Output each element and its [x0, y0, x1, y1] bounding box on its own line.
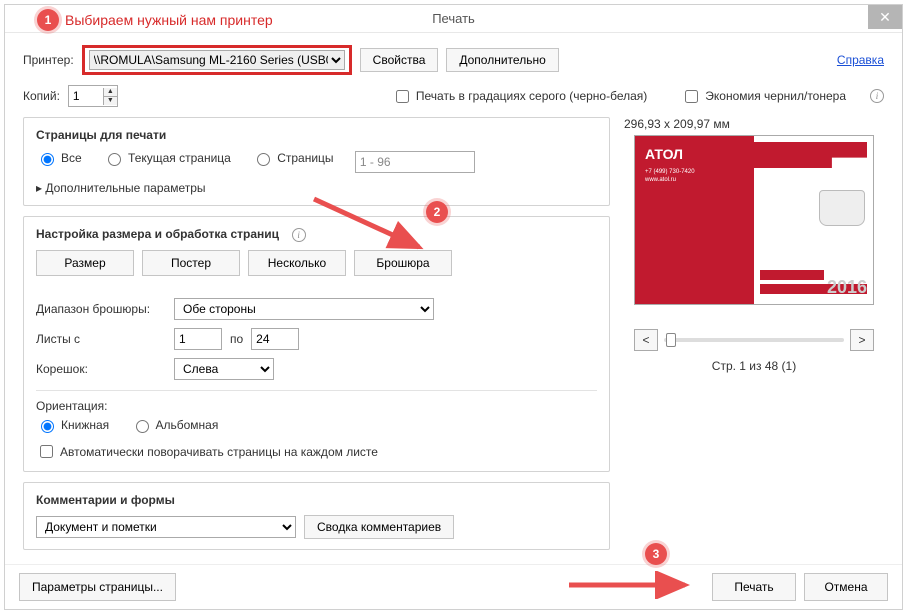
tab-multiple[interactable]: Несколько	[248, 250, 346, 276]
properties-button[interactable]: Свойства	[360, 48, 439, 72]
booklet-range-label: Диапазон брошюры:	[36, 302, 166, 316]
pages-more-disclosure[interactable]: ▸ Дополнительные параметры	[36, 181, 597, 195]
pages-current-label: Текущая страница	[128, 151, 231, 165]
copies-down-icon[interactable]: ▼	[104, 97, 117, 105]
tab-size[interactable]: Размер	[36, 250, 134, 276]
printer-select-highlight: \\ROMULA\Samsung ML-2160 Series (USB001)	[82, 45, 352, 75]
annotation-badge-3: 3	[645, 543, 667, 565]
preview-brand: АТОЛ	[645, 146, 683, 162]
close-button[interactable]: ✕	[868, 5, 902, 29]
comments-select[interactable]: Документ и пометки	[36, 516, 296, 538]
dialog-title: Печать	[432, 11, 475, 26]
preview-slider[interactable]	[664, 338, 844, 342]
comments-summary-button[interactable]: Сводка комментариев	[304, 515, 454, 539]
preview-printer-image	[819, 190, 865, 226]
copies-input[interactable]	[69, 87, 103, 105]
size-handling-group: 2 Настройка размера и обработка страниц …	[23, 216, 610, 472]
sheets-from-label: Листы с	[36, 332, 166, 346]
print-dialog: 1 Выбираем нужный нам принтер Печать ✕ П…	[4, 4, 903, 610]
cancel-button[interactable]: Отмена	[804, 573, 888, 601]
copies-spinner: ▲ ▼	[68, 85, 118, 107]
preview-box: АТОЛ +7 (499) 730-7420www.atol.ru 2016	[634, 135, 874, 305]
preview-panel: 296,93 x 209,97 мм АТОЛ +7 (499) 730-742…	[624, 117, 884, 550]
copies-label: Копий:	[23, 89, 60, 103]
chevron-right-icon: >	[858, 333, 865, 347]
orientation-label: Ориентация:	[36, 399, 597, 413]
chevron-left-icon: <	[642, 333, 649, 347]
preview-dimensions: 296,93 x 209,97 мм	[624, 117, 730, 131]
page-setup-button[interactable]: Параметры страницы...	[19, 573, 176, 601]
auto-rotate-label: Автоматически поворачивать страницы на к…	[60, 445, 378, 459]
pages-current-radio[interactable]	[108, 153, 121, 166]
auto-rotate-checkbox[interactable]	[40, 445, 53, 458]
pages-range-radio[interactable]	[257, 153, 270, 166]
pages-group: Страницы для печати Все Текущая страница	[23, 117, 610, 206]
orientation-landscape-label: Альбомная	[156, 418, 219, 432]
help-link[interactable]: Справка	[837, 53, 884, 67]
preview-next-button[interactable]: >	[850, 329, 874, 351]
preview-slider-thumb[interactable]	[666, 333, 676, 347]
tab-booklet[interactable]: Брошюра	[354, 250, 452, 276]
pages-range-input[interactable]	[355, 151, 475, 173]
print-button[interactable]: Печать	[712, 573, 796, 601]
sheets-to-label: по	[230, 332, 243, 346]
sheets-from-input[interactable]	[174, 328, 222, 350]
close-icon: ✕	[879, 9, 891, 26]
copies-row: Копий: ▲ ▼ Печать в градациях серого (че…	[23, 85, 884, 107]
page-indicator: Стр. 1 из 48 (1)	[712, 359, 796, 373]
advanced-button[interactable]: Дополнительно	[446, 48, 558, 72]
info-icon[interactable]: i	[870, 89, 884, 103]
binding-select[interactable]: Слева	[174, 358, 274, 380]
sheets-to-input[interactable]	[251, 328, 299, 350]
comments-group: Комментарии и формы Документ и пометки С…	[23, 482, 610, 550]
booklet-range-select[interactable]: Обе стороны	[174, 298, 434, 320]
pages-group-title: Страницы для печати	[36, 128, 597, 142]
preview-year: 2016	[827, 277, 867, 298]
printer-row: Принтер: \\ROMULA\Samsung ML-2160 Series…	[23, 45, 884, 75]
size-group-title: Настройка размера и обработка страниц	[36, 227, 279, 241]
printer-select[interactable]: \\ROMULA\Samsung ML-2160 Series (USB001)	[89, 50, 345, 70]
annotation-badge-1: 1	[37, 9, 59, 31]
chevron-right-icon: ▸	[36, 181, 45, 195]
annotation-arrow-3	[565, 571, 705, 599]
grayscale-checkbox[interactable]	[396, 90, 409, 103]
comments-group-title: Комментарии и формы	[36, 493, 597, 507]
annotation-callout-1: 1 Выбираем нужный нам принтер	[37, 9, 273, 31]
orientation-portrait-label: Книжная	[61, 418, 109, 432]
pages-all-label: Все	[61, 151, 82, 165]
pages-range-label: Страницы	[277, 151, 333, 165]
grayscale-label: Печать в градациях серого (черно-белая)	[416, 89, 647, 103]
annotation-badge-2: 2	[426, 201, 448, 223]
dialog-footer: Параметры страницы... 3 Печать Отмена	[5, 564, 902, 609]
copies-up-icon[interactable]: ▲	[104, 88, 117, 97]
preview-subtext: +7 (499) 730-7420www.atol.ru	[645, 168, 695, 184]
save-ink-checkbox[interactable]	[685, 90, 698, 103]
binding-label: Корешок:	[36, 362, 166, 376]
preview-prev-button[interactable]: <	[634, 329, 658, 351]
tab-poster[interactable]: Постер	[142, 250, 240, 276]
pages-all-radio[interactable]	[41, 153, 54, 166]
annotation-text-1: Выбираем нужный нам принтер	[65, 12, 273, 28]
info-icon[interactable]: i	[292, 228, 306, 242]
save-ink-label: Экономия чернил/тонера	[705, 89, 846, 103]
orientation-portrait-radio[interactable]	[41, 420, 54, 433]
orientation-landscape-radio[interactable]	[136, 420, 149, 433]
printer-label: Принтер:	[23, 53, 74, 67]
